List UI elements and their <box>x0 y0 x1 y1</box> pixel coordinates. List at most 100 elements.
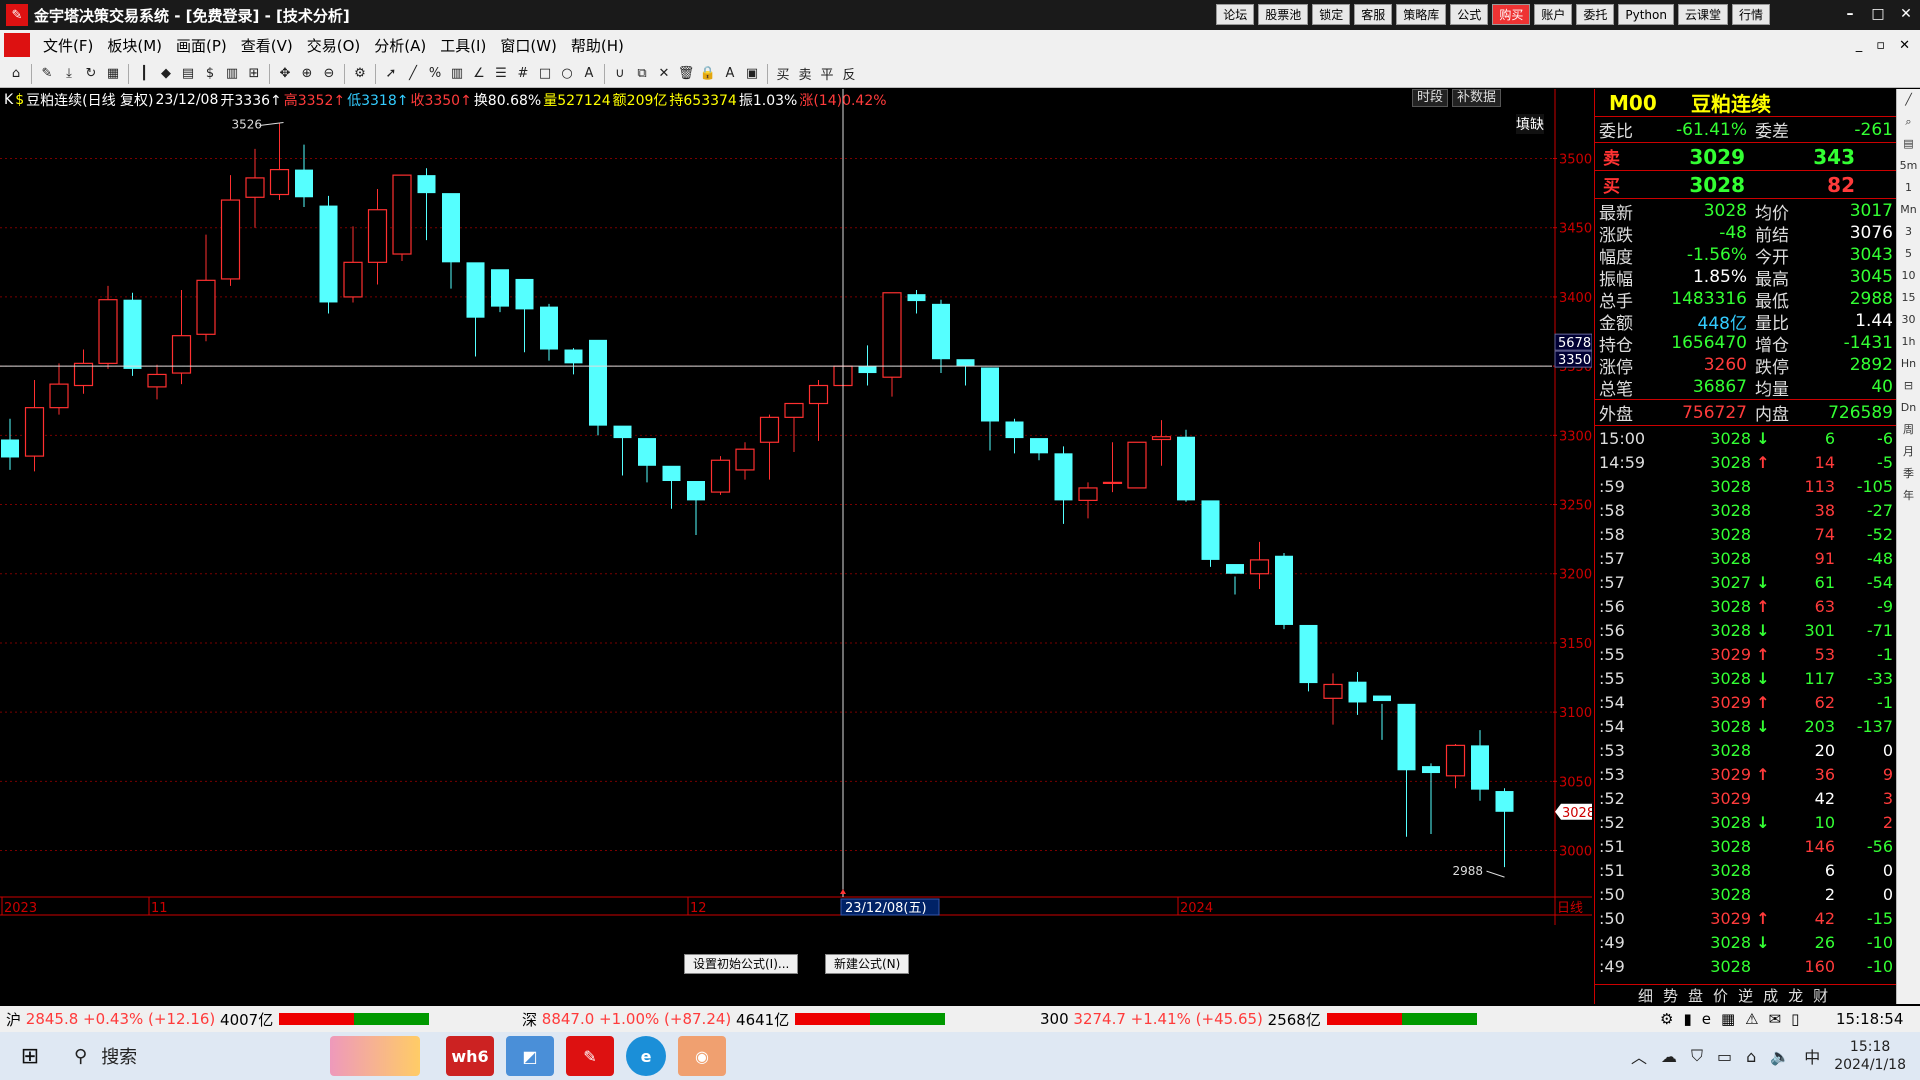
title-button-9[interactable]: Python <box>1618 4 1674 25</box>
side-year-icon[interactable]: 年 <box>1897 485 1920 507</box>
panel-tab-0[interactable]: 细 <box>1638 985 1653 1005</box>
side-mn-icon[interactable]: Mn <box>1897 199 1920 221</box>
copy-icon[interactable]: ⧉ <box>632 64 652 84</box>
status-bell-icon[interactable]: ⚠ <box>1745 1010 1758 1028</box>
tick-list[interactable]: 15:00 3028 ↓ 6 -6 14:59 3028 ↑ 14 -5:59 3028 113 -10… <box>1595 426 1896 978</box>
zoom-out-icon[interactable]: ⊖ <box>319 64 339 84</box>
panel-tab-3[interactable]: 价 <box>1713 985 1728 1005</box>
candlestick-chart[interactable]: 3500 3450 3400 3350 3300 3250 3200 3150 3100 3050… <box>0 89 1595 925</box>
title-button-8[interactable]: 委托 <box>1576 4 1615 25</box>
close-icon[interactable]: ✕ <box>1892 0 1920 28</box>
trash-icon[interactable]: 🗑 <box>676 64 696 84</box>
refresh-icon[interactable]: ↻ <box>81 64 101 84</box>
side-3-icon[interactable]: 3 <box>1897 221 1920 243</box>
menu-item-2[interactable]: 画面(P) <box>169 35 234 56</box>
menu-item-4[interactable]: 交易(O) <box>300 35 368 56</box>
tray-network-icon[interactable]: ⌂ <box>1746 1047 1756 1066</box>
menu-item-6[interactable]: 工具(I) <box>433 35 493 56</box>
percent-icon[interactable]: % <box>425 64 445 84</box>
mdi-restore-icon[interactable]: ▫ <box>1876 38 1885 53</box>
panel-tab-7[interactable]: 财 <box>1813 985 1828 1005</box>
sz-index[interactable]: 深 8847.0 +1.00% (+87.24) 4641亿 <box>522 1009 946 1030</box>
minimize-icon[interactable]: – <box>1836 0 1864 28</box>
chart-area[interactable]: 3500 3450 3400 3350 3300 3250 3200 3150 3100 3050… <box>0 89 1595 925</box>
side-30-icon[interactable]: 30 <box>1897 309 1920 331</box>
hline-icon[interactable]: ☰ <box>491 64 511 84</box>
pointer-icon[interactable]: ➚ <box>381 64 401 84</box>
new-formula-button[interactable]: 新建公式(N) <box>825 954 910 974</box>
menu-item-8[interactable]: 帮助(H) <box>564 35 631 56</box>
rect-icon[interactable]: □ <box>535 64 555 84</box>
title-button-5[interactable]: 公式 <box>1450 4 1489 25</box>
move-icon[interactable]: ✥ <box>275 64 295 84</box>
title-button-1[interactable]: 股票池 <box>1258 4 1309 25</box>
mdi-close-icon[interactable]: ✕ <box>1899 38 1910 53</box>
side-5-icon[interactable]: 5 <box>1897 243 1920 265</box>
title-button-10[interactable]: 云课堂 <box>1677 4 1728 25</box>
side-day-icon[interactable]: ⊟ <box>1897 375 1920 397</box>
windows-start-icon[interactable]: ⊞ <box>0 1032 60 1080</box>
side-15-icon[interactable]: 15 <box>1897 287 1920 309</box>
menu-item-0[interactable]: 文件(F) <box>36 35 100 56</box>
grid-icon[interactable]: ▦ <box>103 64 123 84</box>
init-formula-button[interactable]: 设置初始公式(I)... <box>684 954 799 974</box>
side-book-icon[interactable]: ▤ <box>1897 133 1920 155</box>
taskbar-search[interactable]: ⚲ 搜索 <box>60 1032 290 1080</box>
buy-icon[interactable]: 买 <box>773 64 793 84</box>
sell-icon[interactable]: 卖 <box>795 64 815 84</box>
fill-data-button[interactable]: 补数据 <box>1452 89 1502 107</box>
taskbar-dragon-icon[interactable] <box>330 1036 420 1076</box>
panel-tab-4[interactable]: 逆 <box>1738 985 1753 1005</box>
taskbar-wh6-icon[interactable]: wh6 <box>446 1036 494 1076</box>
delete-icon[interactable]: ✕ <box>654 64 674 84</box>
save-icon[interactable]: ▣ <box>742 64 762 84</box>
tray-cloud-icon[interactable]: ☁ <box>1661 1047 1677 1066</box>
menu-item-1[interactable]: 板块(M) <box>100 35 169 56</box>
angle-icon[interactable]: ∠ <box>469 64 489 84</box>
status-ie-icon[interactable]: e <box>1702 1010 1711 1028</box>
dollar-icon[interactable]: $ <box>200 64 220 84</box>
tray-clock[interactable]: 15:18 2024/1/18 <box>1834 1038 1906 1074</box>
settings-icon[interactable]: ⚙ <box>350 64 370 84</box>
lock-icon[interactable]: 🔒 <box>698 64 718 84</box>
title-button-4[interactable]: 策略库 <box>1396 4 1447 25</box>
side-hn-icon[interactable]: Hn <box>1897 353 1920 375</box>
diamond-icon[interactable]: ◆ <box>156 64 176 84</box>
title-button-6[interactable]: 购买 <box>1492 4 1531 25</box>
title-button-7[interactable]: 账户 <box>1534 4 1573 25</box>
side-5m-icon[interactable]: 5m <box>1897 155 1920 177</box>
menu-item-7[interactable]: 窗口(W) <box>493 35 564 56</box>
table-icon[interactable]: ⊞ <box>244 64 264 84</box>
side-search-icon[interactable]: ⌕ <box>1897 111 1920 133</box>
title-button-3[interactable]: 客服 <box>1354 4 1393 25</box>
status-gear-icon[interactable]: ⚙ <box>1660 1010 1673 1028</box>
maximize-icon[interactable]: □ <box>1864 0 1892 28</box>
side-week-icon[interactable]: 周 <box>1897 419 1920 441</box>
status-lock-icon[interactable]: ▯ <box>1791 1010 1799 1028</box>
status-msg-icon[interactable]: ✉ <box>1769 1010 1782 1028</box>
draw-icon[interactable]: ✎ <box>37 64 57 84</box>
taskbar-app-icon[interactable]: ◩ <box>506 1036 554 1076</box>
menu-item-3[interactable]: 查看(V) <box>234 35 300 56</box>
title-button-11[interactable]: 行情 <box>1731 4 1770 25</box>
panel-tab-2[interactable]: 盘 <box>1688 985 1703 1005</box>
menu-item-5[interactable]: 分析(A) <box>367 35 433 56</box>
status-book-icon[interactable]: ▮ <box>1683 1010 1691 1028</box>
fill-gap-label[interactable]: 填缺 <box>1516 114 1544 134</box>
home-icon[interactable]: ⌂ <box>6 64 26 84</box>
tray-ime-label[interactable]: 中 <box>1804 1044 1820 1068</box>
status-chart-icon[interactable]: ▦ <box>1721 1010 1735 1028</box>
tray-chevron-icon[interactable]: ︿ <box>1631 1044 1647 1068</box>
taskbar-photo-icon[interactable]: ◉ <box>678 1036 726 1076</box>
side-line-icon[interactable]: ╱ <box>1897 89 1920 111</box>
reverse-icon[interactable]: 反 <box>839 64 859 84</box>
side-1-icon[interactable]: 1 <box>1897 177 1920 199</box>
title-button-0[interactable]: 论坛 <box>1216 4 1255 25</box>
panel-tab-1[interactable]: 势 <box>1663 985 1678 1005</box>
side-month-icon[interactable]: 月 <box>1897 441 1920 463</box>
line-icon[interactable]: ╱ <box>403 64 423 84</box>
text-icon[interactable]: A <box>579 64 599 84</box>
title-button-2[interactable]: 锁定 <box>1312 4 1351 25</box>
side-dn-icon[interactable]: Dn <box>1897 397 1920 419</box>
hash-icon[interactable]: # <box>513 64 533 84</box>
